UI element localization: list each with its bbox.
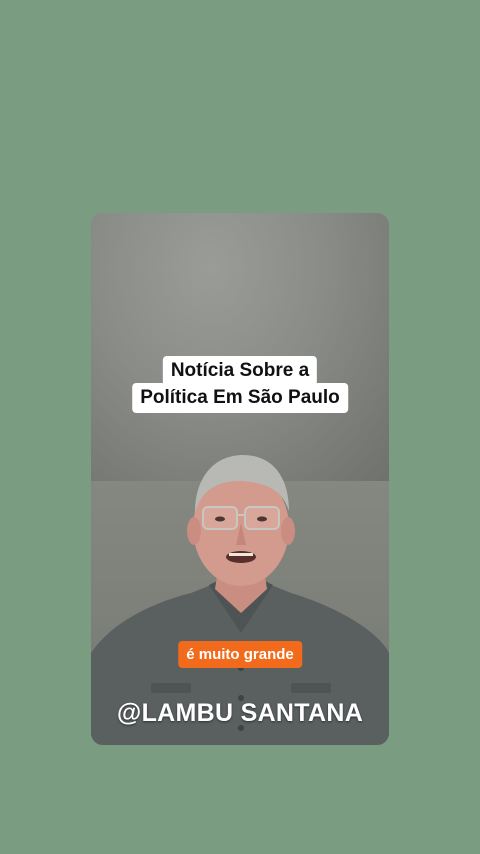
page-background: Notícia Sobre a Política Em São Paulo é …	[0, 0, 480, 854]
video-title-line-1: Notícia Sobre a	[162, 356, 318, 386]
channel-handle: @LAMBU SANTANA	[116, 699, 364, 727]
subtitle-caption: é muito grande	[178, 641, 302, 668]
video-title-line-2: Política Em São Paulo	[132, 383, 348, 413]
video-player[interactable]: Notícia Sobre a Política Em São Paulo é …	[91, 213, 389, 745]
